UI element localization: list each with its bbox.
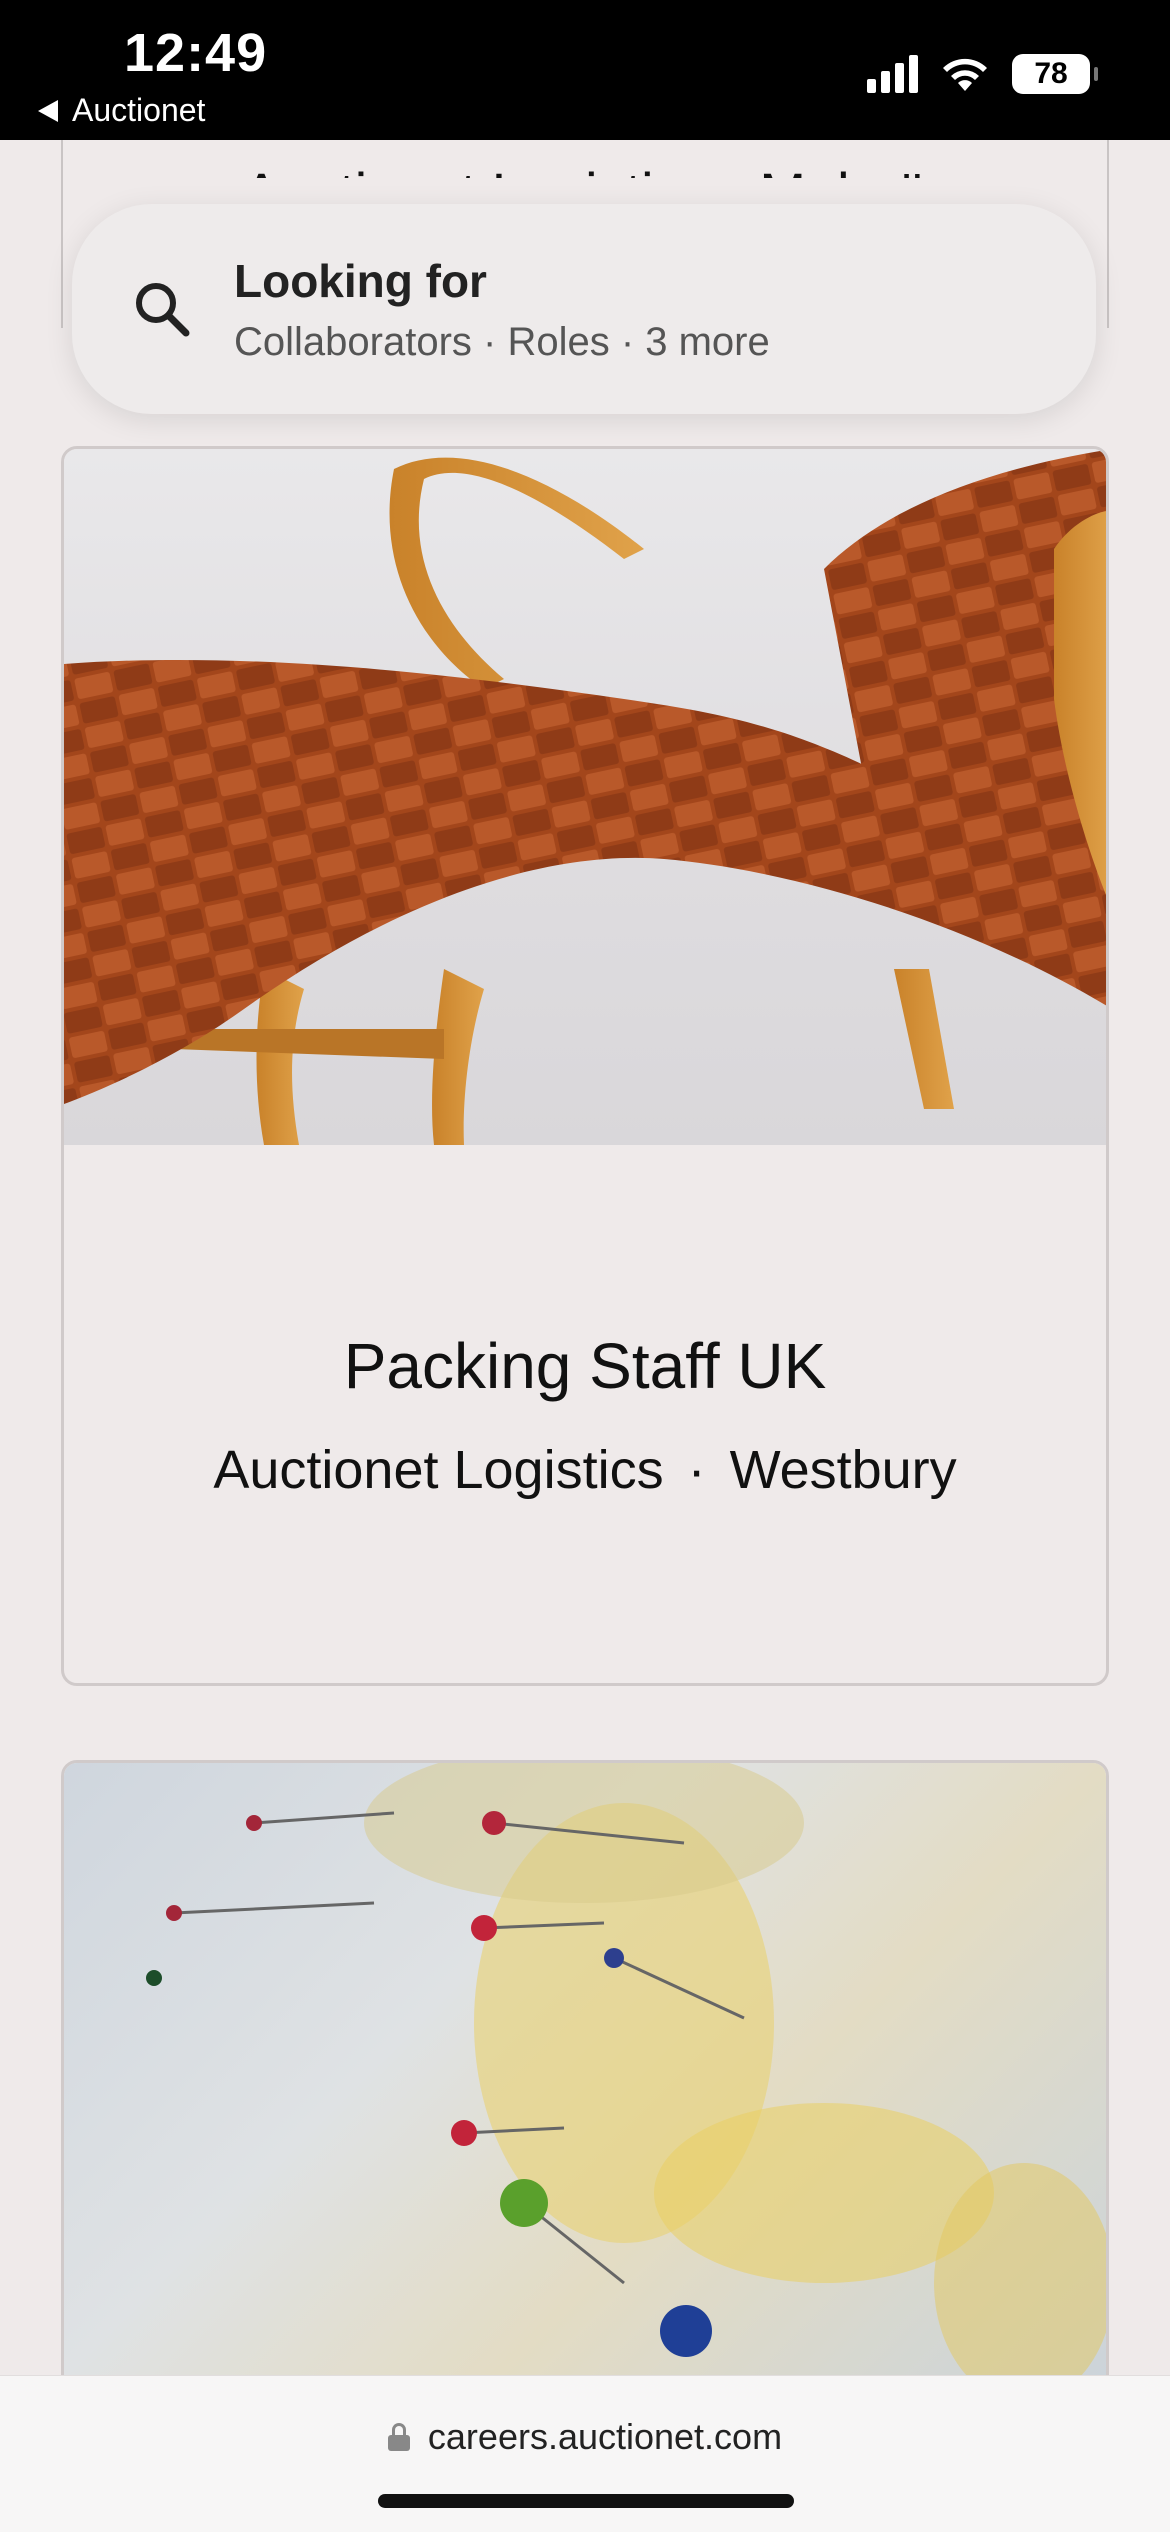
back-to-app-button[interactable]: Auctionet (38, 92, 205, 129)
system-icons: 78 (867, 54, 1098, 94)
search-filter-bar[interactable]: Looking for Collaborators · Roles · 3 mo… (72, 204, 1096, 414)
wifi-icon (943, 58, 987, 91)
job-company: Auctionet Logistics (213, 1440, 664, 1500)
search-icon (136, 283, 190, 337)
cellular-signal-icon (867, 55, 918, 93)
page-content: Auctionet Logistics · Malmö Looking for … (0, 140, 1170, 2375)
search-title: Looking for (234, 254, 487, 307)
browser-bottom-bar: careers.auctionet.com (0, 2375, 1170, 2532)
job-title: Packing Staff UK (343, 1330, 827, 1402)
status-time: 12:49 (124, 23, 268, 83)
search-filters-summary: Collaborators · Roles · 3 more (234, 319, 770, 364)
battery-level: 78 (1034, 57, 1068, 90)
meta-separator: · (687, 1440, 706, 1500)
job-card[interactable]: Packing Staff UK Auctionet Logistics · W… (61, 446, 1109, 1686)
status-bar: 12:49 Auctionet 78 (0, 0, 1170, 140)
address-bar[interactable]: careers.auctionet.com (0, 2416, 1170, 2458)
url-text: careers.auctionet.com (427, 2416, 783, 2457)
back-arrow-icon (38, 99, 58, 122)
back-app-label: Auctionet (72, 92, 206, 128)
job-card[interactable] (61, 1760, 1109, 2375)
home-indicator[interactable] (378, 2494, 794, 2508)
job-image (64, 1763, 1106, 2375)
battery-icon: 78 (1012, 54, 1098, 94)
lock-icon (387, 2423, 410, 2451)
job-image (64, 449, 1106, 1145)
job-location: Westbury (729, 1440, 957, 1500)
